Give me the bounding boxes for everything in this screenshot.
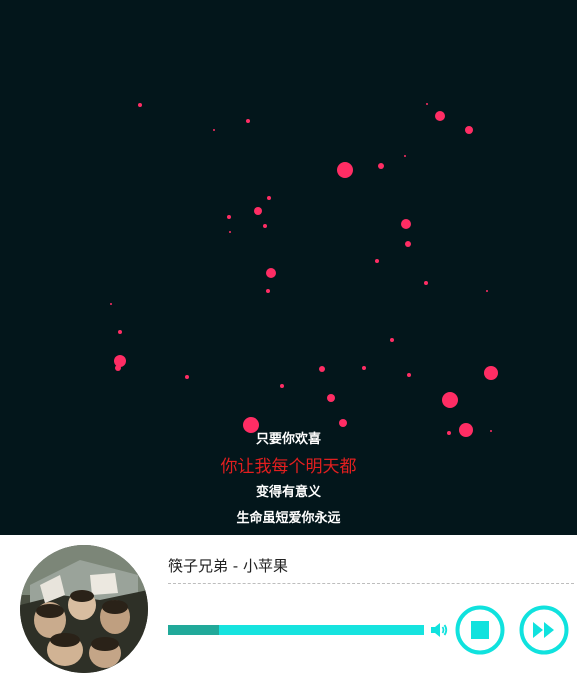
fast-forward-icon: [519, 605, 569, 655]
album-cover: [20, 545, 148, 673]
particle: [486, 290, 488, 292]
particle: [229, 231, 231, 233]
particle: [337, 162, 353, 178]
stop-icon: [455, 605, 505, 655]
particle: [213, 129, 215, 131]
particle: [339, 419, 347, 427]
particle: [138, 103, 142, 107]
particle: [110, 303, 112, 305]
particle: [118, 330, 122, 334]
audio-visualizer: 只要你欢喜 你让我每个明天都 变得有意义 生命虽短爱你永远: [0, 0, 577, 535]
player-bar: 筷子兄弟 - 小苹果: [0, 535, 577, 673]
particle: [442, 392, 458, 408]
particle: [401, 219, 411, 229]
particle: [254, 207, 262, 215]
particle: [405, 241, 411, 247]
particle: [362, 366, 366, 370]
particle: [185, 375, 189, 379]
progress-bar[interactable]: [168, 625, 424, 635]
particle: [266, 268, 276, 278]
lyric-line: 只要你欢喜: [255, 432, 321, 447]
particle: [407, 373, 411, 377]
particle: [378, 163, 384, 169]
particle: [375, 259, 379, 263]
particle: [227, 215, 231, 219]
particle: [424, 281, 428, 285]
particle: [263, 224, 267, 228]
particle: [319, 366, 325, 372]
divider: [168, 583, 574, 584]
particle: [327, 394, 335, 402]
lyric-line: 生命虽短爱你永远: [236, 511, 341, 526]
lyrics-panel: 只要你欢喜 你让我每个明天都 变得有意义 生命虽短爱你永远: [0, 428, 577, 533]
particle: [266, 289, 270, 293]
particle: [465, 126, 473, 134]
next-button[interactable]: [519, 605, 569, 659]
particle: [280, 384, 284, 388]
particle: [390, 338, 394, 342]
particle: [267, 196, 271, 200]
progress-played: [168, 625, 220, 635]
lyric-line: 变得有意义: [255, 485, 321, 500]
song-title: 筷子兄弟 - 小苹果: [168, 557, 288, 575]
particle: [426, 103, 428, 105]
lyric-line-current: 你让我每个明天都: [220, 457, 357, 477]
particle: [115, 365, 121, 371]
speaker-icon[interactable]: [429, 620, 449, 644]
particle: [404, 155, 406, 157]
particle: [435, 111, 445, 121]
particle: [114, 355, 126, 367]
particle: [246, 119, 250, 123]
stop-button[interactable]: [455, 605, 505, 659]
particle: [484, 366, 498, 380]
